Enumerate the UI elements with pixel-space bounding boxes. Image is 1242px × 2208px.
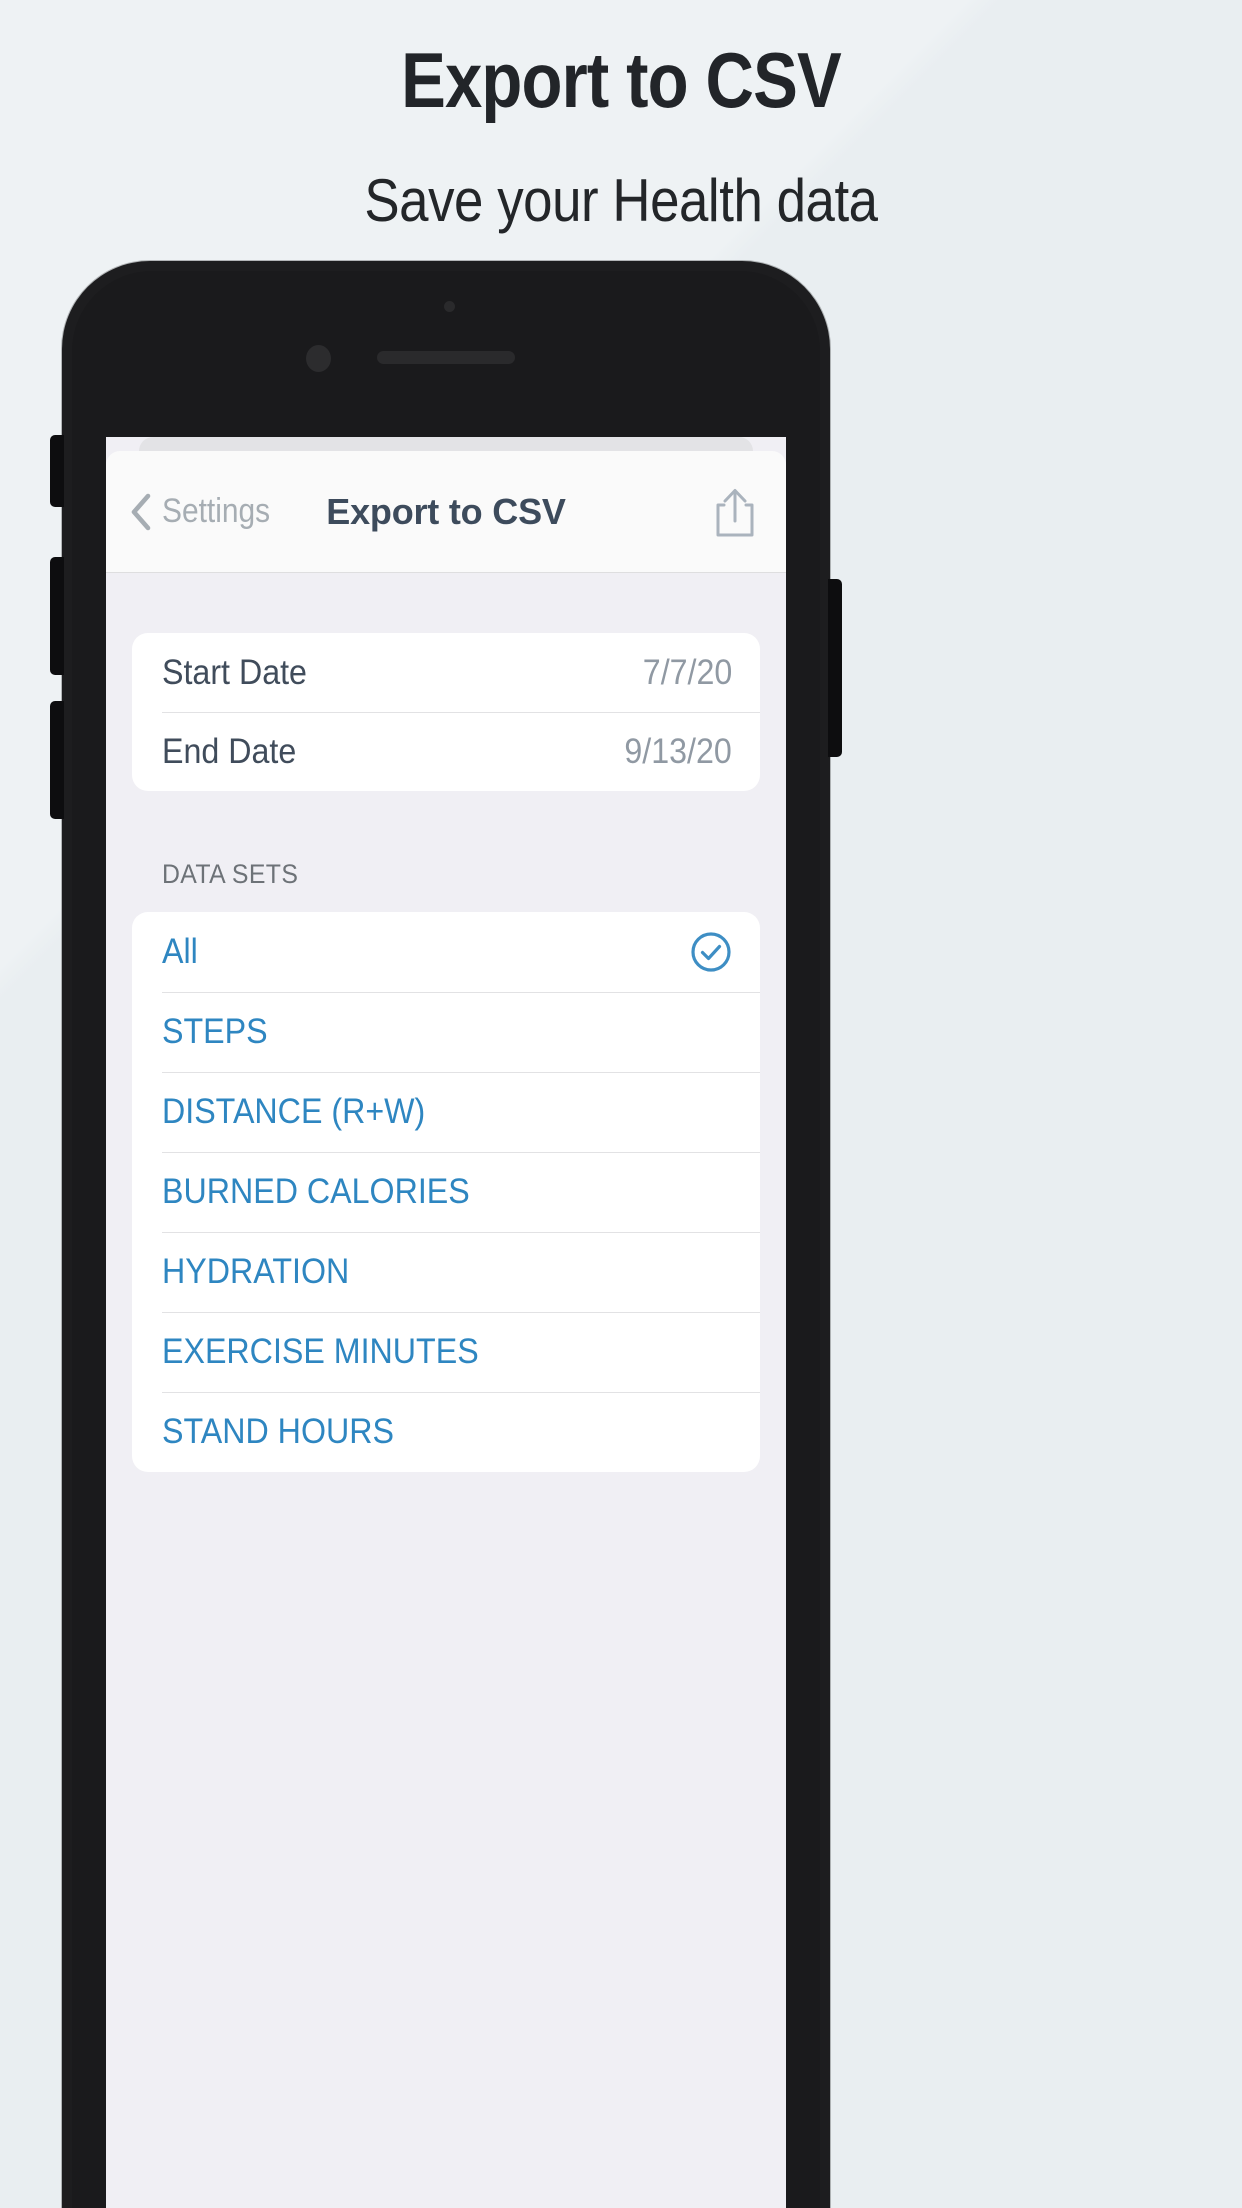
dataset-item-label: All bbox=[162, 932, 198, 971]
date-range-card: Start Date 7/7/20 End Date 9/13/20 bbox=[132, 633, 760, 791]
navigation-bar: Settings Export to CSV bbox=[106, 451, 786, 573]
data-sets-card: All STEPS DISTANCE (R+W) BURNED CALORIES bbox=[132, 912, 760, 1472]
mute-switch-button[interactable] bbox=[50, 435, 64, 507]
promo-header: Export to CSV Save your Health data bbox=[0, 0, 1242, 234]
end-date-row[interactable]: End Date 9/13/20 bbox=[132, 712, 760, 791]
data-sets-section-header: DATA SETS bbox=[162, 859, 299, 889]
dataset-item-label: BURNED CALORIES bbox=[162, 1172, 470, 1211]
start-date-value[interactable]: 7/7/20 bbox=[642, 653, 732, 693]
start-date-row[interactable]: Start Date 7/7/20 bbox=[132, 633, 760, 712]
dataset-item-burned-calories[interactable]: BURNED CALORIES bbox=[132, 1152, 760, 1232]
dataset-item-label: STEPS bbox=[162, 1012, 268, 1051]
start-date-label: Start Date bbox=[162, 652, 307, 692]
share-icon[interactable] bbox=[712, 485, 758, 539]
earpiece-speaker-icon bbox=[377, 351, 515, 364]
page-subtitle: Save your Health data bbox=[364, 166, 878, 234]
navbar-title: Export to CSV bbox=[326, 490, 566, 532]
dataset-item-label: EXERCISE MINUTES bbox=[162, 1332, 479, 1371]
dataset-item-stand-hours[interactable]: STAND HOURS bbox=[132, 1392, 760, 1472]
dataset-item-exercise-minutes[interactable]: EXERCISE MINUTES bbox=[132, 1312, 760, 1392]
proximity-sensor-icon bbox=[444, 301, 455, 312]
dataset-item-label: DISTANCE (R+W) bbox=[162, 1092, 426, 1131]
page-title: Export to CSV bbox=[401, 36, 842, 124]
front-camera-icon bbox=[306, 345, 331, 372]
dataset-item-steps[interactable]: STEPS bbox=[132, 992, 760, 1072]
phone-screen: Settings Export to CSV Start Date 7/7/20… bbox=[106, 437, 786, 2208]
dataset-item-distance[interactable]: DISTANCE (R+W) bbox=[132, 1072, 760, 1152]
dataset-item-label: STAND HOURS bbox=[162, 1412, 394, 1451]
power-button[interactable] bbox=[828, 579, 842, 757]
phone-mockup: Settings Export to CSV Start Date 7/7/20… bbox=[50, 261, 842, 2208]
dataset-item-hydration[interactable]: HYDRATION bbox=[132, 1232, 760, 1312]
check-circle-icon bbox=[691, 932, 731, 972]
settings-content: Start Date 7/7/20 End Date 9/13/20 DATA … bbox=[106, 573, 786, 2208]
end-date-label: End Date bbox=[162, 731, 297, 771]
dataset-item-label: HYDRATION bbox=[162, 1252, 350, 1291]
end-date-value[interactable]: 9/13/20 bbox=[625, 732, 732, 772]
volume-up-button[interactable] bbox=[50, 557, 64, 675]
dataset-item-all[interactable]: All bbox=[132, 912, 760, 992]
volume-down-button[interactable] bbox=[50, 701, 64, 819]
